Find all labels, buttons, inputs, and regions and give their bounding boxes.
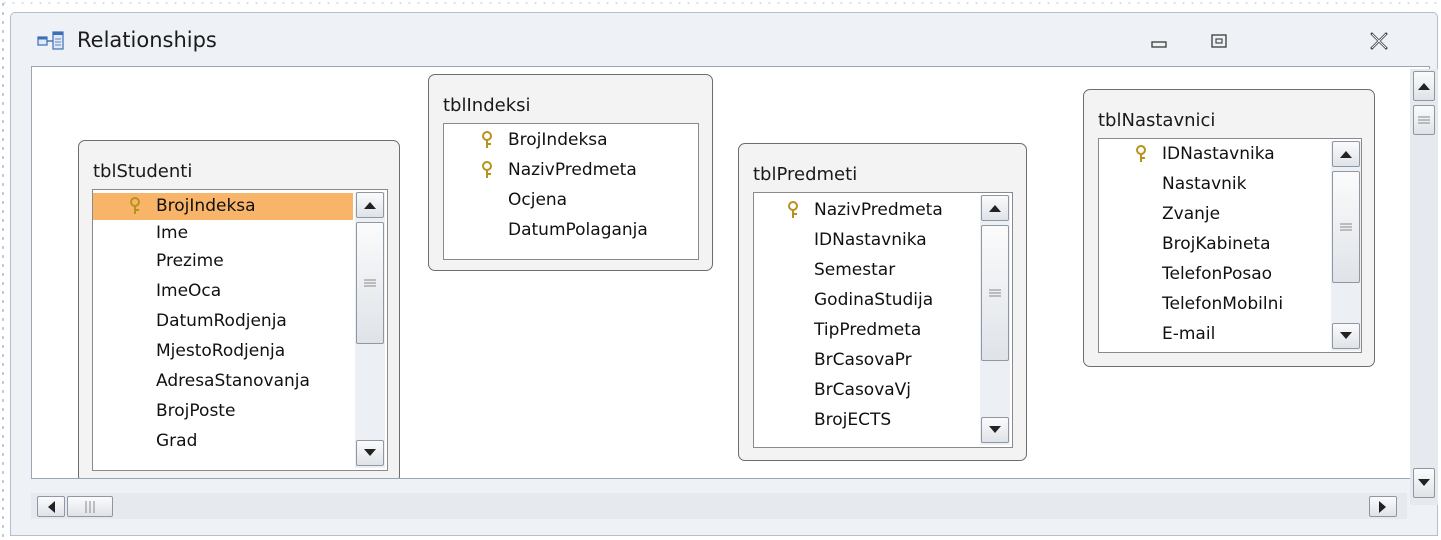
window-title: Relationships bbox=[77, 28, 217, 52]
scroll-thumb[interactable] bbox=[356, 222, 384, 344]
scroll-down-button[interactable] bbox=[356, 440, 384, 466]
table-scrollbar[interactable] bbox=[980, 195, 1010, 445]
primary-key-icon bbox=[130, 197, 140, 214]
primary-key-icon bbox=[1136, 145, 1146, 162]
title-bar[interactable]: Relationships bbox=[11, 13, 1437, 65]
arrow-right-icon bbox=[1379, 500, 1386, 513]
field-label: GodinaStudija bbox=[814, 290, 934, 310]
grip-icon bbox=[989, 289, 1001, 297]
close-icon bbox=[1370, 32, 1388, 50]
scroll-down-button[interactable] bbox=[1332, 323, 1360, 349]
scroll-up-button[interactable] bbox=[356, 192, 384, 218]
field-label: TelefonPosao bbox=[1162, 264, 1273, 284]
relationships-canvas[interactable]: tblStudenti BrojIndeksa Ime Prezime ImeO… bbox=[31, 66, 1430, 479]
canvas-scroll-down-button[interactable] bbox=[1413, 468, 1435, 498]
canvas-grid-left bbox=[0, 0, 6, 540]
field-label: MjestoRodjenja bbox=[156, 341, 286, 361]
canvas-grid-top bbox=[0, 0, 1441, 6]
field-label: Zvanje bbox=[1162, 204, 1221, 224]
field-list[interactable]: NazivPredmeta IDNastavnika Semestar Godi… bbox=[753, 192, 1013, 448]
grip-icon bbox=[85, 500, 95, 513]
field-label: BrCasovaPr bbox=[814, 350, 912, 370]
grip-icon bbox=[1418, 116, 1430, 124]
field-label: Semestar bbox=[814, 260, 896, 280]
scroll-thumb[interactable] bbox=[981, 225, 1009, 361]
field-label: BrojKabineta bbox=[1162, 234, 1271, 254]
table-box-tblpredmeti[interactable]: tblPredmeti NazivPredmeta IDNastavnika S… bbox=[738, 143, 1027, 461]
field-row[interactable]: IDNastavnika bbox=[1099, 141, 1329, 168]
field-label: BrojIndeksa bbox=[508, 130, 608, 150]
field-row[interactable]: NazivPredmeta bbox=[444, 157, 698, 184]
table-title: tblNastavnici bbox=[1098, 110, 1216, 131]
table-box-tblnastavnici[interactable]: tblNastavnici IDNastavnika Nastavnik Zva… bbox=[1083, 89, 1375, 367]
canvas-vertical-thumb[interactable] bbox=[1413, 105, 1435, 135]
restore-button[interactable] bbox=[1199, 27, 1239, 55]
field-label: Ime bbox=[156, 223, 189, 243]
canvas-horizontal-scrollbar[interactable] bbox=[31, 493, 1407, 519]
field-row[interactable]: BrojIndeksa bbox=[93, 193, 353, 220]
arrow-up-icon bbox=[1340, 151, 1352, 158]
scroll-thumb[interactable] bbox=[1332, 171, 1360, 283]
table-title: tblIndeksi bbox=[443, 95, 531, 116]
arrow-up-icon bbox=[989, 205, 1001, 212]
field-row[interactable]: NazivPredmeta bbox=[754, 197, 978, 224]
field-label: NazivPredmeta bbox=[814, 200, 943, 220]
field-label: IDNastavnika bbox=[1162, 144, 1275, 164]
canvas-scroll-up-button[interactable] bbox=[1413, 71, 1435, 101]
field-label: TipPredmeta bbox=[814, 320, 922, 340]
field-label: AdresaStanovanja bbox=[156, 371, 310, 391]
grip-icon bbox=[1340, 223, 1352, 231]
field-label: DatumRodjenja bbox=[156, 311, 287, 331]
field-label: TelefonMobilni bbox=[1162, 294, 1284, 314]
field-label: Ocjena bbox=[508, 190, 568, 210]
arrow-up-icon bbox=[1418, 83, 1430, 90]
field-label: BrojPoste bbox=[156, 401, 236, 421]
canvas-scroll-left-button[interactable] bbox=[37, 496, 65, 517]
grip-icon bbox=[364, 279, 376, 287]
minimize-icon bbox=[1151, 41, 1167, 48]
table-scrollbar[interactable] bbox=[355, 192, 385, 468]
relationships-icon bbox=[37, 31, 64, 50]
arrow-down-icon bbox=[1418, 479, 1430, 486]
restore-icon bbox=[1211, 34, 1227, 48]
field-label: BrojECTS bbox=[814, 410, 892, 430]
field-list[interactable]: BrojIndeksa NazivPredmeta Ocjena DatumPo… bbox=[443, 123, 699, 260]
table-title: tblStudenti bbox=[93, 161, 193, 182]
close-button[interactable] bbox=[1359, 27, 1399, 55]
scroll-down-button[interactable] bbox=[981, 417, 1009, 443]
primary-key-icon bbox=[482, 131, 492, 148]
table-title: tblPredmeti bbox=[753, 164, 858, 185]
field-list[interactable]: IDNastavnika Nastavnik Zvanje BrojKabine… bbox=[1098, 138, 1362, 353]
arrow-left-icon bbox=[48, 500, 55, 513]
field-label: Prezime bbox=[156, 251, 224, 271]
primary-key-icon bbox=[482, 161, 492, 178]
field-label: DatumPolaganja bbox=[508, 220, 648, 240]
arrow-up-icon bbox=[364, 202, 376, 209]
field-list[interactable]: BrojIndeksa Ime Prezime ImeOca DatumRodj… bbox=[92, 189, 388, 471]
field-label: ImeOca bbox=[156, 281, 222, 301]
canvas-horizontal-thumb[interactable] bbox=[67, 496, 113, 517]
primary-key-icon bbox=[788, 201, 798, 218]
minimize-button[interactable] bbox=[1139, 27, 1179, 55]
canvas-scroll-right-button[interactable] bbox=[1369, 496, 1397, 517]
arrow-down-icon bbox=[989, 426, 1001, 433]
scroll-up-button[interactable] bbox=[981, 195, 1009, 221]
arrow-down-icon bbox=[364, 449, 376, 456]
table-box-tblstudenti[interactable]: tblStudenti BrojIndeksa Ime Prezime ImeO… bbox=[78, 140, 400, 478]
scroll-up-button[interactable] bbox=[1332, 141, 1360, 167]
table-box-tblindeksi[interactable]: tblIndeksi BrojIndeksa NazivPredmeta Ocj… bbox=[428, 74, 713, 271]
field-row[interactable]: BrojIndeksa bbox=[444, 127, 698, 154]
field-label: E-mail bbox=[1162, 324, 1216, 344]
table-scrollbar[interactable] bbox=[1331, 141, 1361, 351]
field-label: BrCasovaVj bbox=[814, 380, 912, 400]
field-label: Grad bbox=[156, 431, 198, 451]
arrow-down-icon bbox=[1340, 332, 1352, 339]
relationships-window: Relationships tblStudenti BrojIndeksa Im… bbox=[10, 12, 1438, 536]
field-label: Nastavnik bbox=[1162, 174, 1247, 194]
field-label: NazivPredmeta bbox=[508, 160, 637, 180]
field-label: BrojIndeksa bbox=[156, 196, 256, 216]
field-label: IDNastavnika bbox=[814, 230, 927, 250]
